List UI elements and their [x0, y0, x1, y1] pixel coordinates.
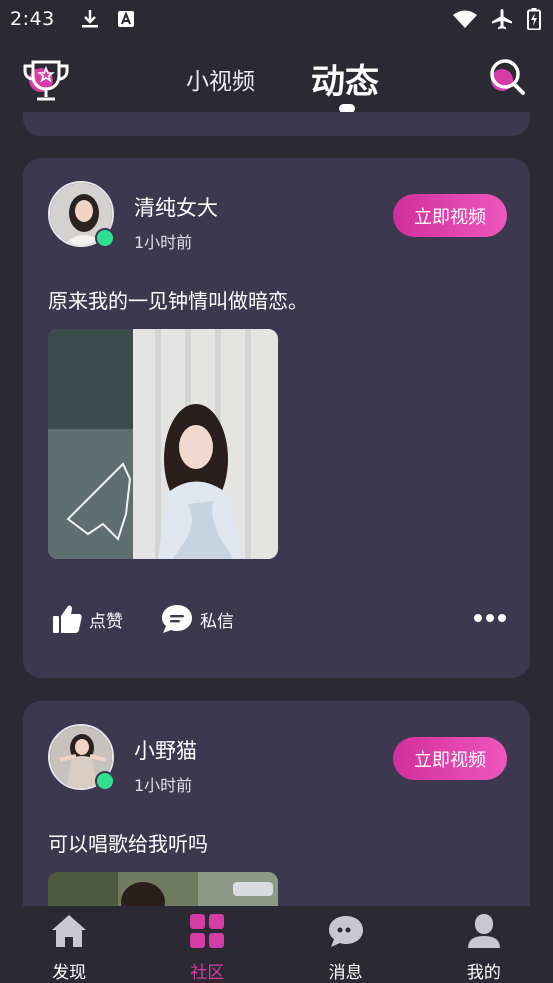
previous-post-card-edge: [23, 112, 530, 136]
like-button[interactable]: 点赞: [51, 603, 123, 635]
nav-item-profile[interactable]: 我的: [415, 906, 553, 983]
post-time: 1小时前: [134, 776, 193, 795]
wifi-icon: [453, 10, 477, 28]
private-message-button[interactable]: 私信: [160, 603, 234, 635]
battery-icon: [527, 8, 541, 30]
status-bar: 2:43: [0, 0, 553, 38]
nav-label: 我的: [466, 963, 501, 983]
tab-short-video[interactable]: 小视频: [186, 62, 255, 96]
video-call-button[interactable]: 立即视频: [393, 737, 507, 780]
nav-label: 消息: [328, 963, 363, 983]
post-actions: 点赞 私信: [48, 601, 508, 641]
like-label: 点赞: [89, 611, 123, 632]
online-status-dot: [95, 771, 115, 791]
post-text: 原来我的一见钟情叫做暗恋。: [48, 289, 308, 313]
home-icon: [52, 915, 87, 947]
status-time: 2:43: [10, 8, 55, 30]
more-dots-icon[interactable]: [472, 611, 508, 625]
thumbs-up-icon: [53, 605, 82, 633]
post-text: 可以唱歌给我听吗: [48, 832, 208, 856]
tab-feed[interactable]: 动态: [311, 54, 379, 103]
download-icon: [81, 10, 98, 28]
message-icon: [328, 916, 363, 947]
airplane-icon: [492, 9, 512, 30]
post-card: 清纯女大 1小时前 立即视频 原来我的一见钟情叫做暗恋。 点赞 私信: [23, 158, 530, 678]
username[interactable]: 小野猫: [134, 735, 197, 765]
nav-label: 社区: [190, 963, 225, 983]
trophy-icon[interactable]: [20, 54, 72, 106]
nav-item-messages[interactable]: 消息: [277, 906, 415, 983]
nav-item-community[interactable]: 社区: [138, 906, 276, 983]
nav-item-discover[interactable]: 发现: [0, 906, 138, 983]
username[interactable]: 清纯女大: [134, 192, 218, 222]
online-status-dot: [95, 228, 115, 248]
post-photo[interactable]: [48, 329, 278, 559]
video-call-button[interactable]: 立即视频: [393, 194, 507, 237]
post-time: 1小时前: [134, 233, 193, 252]
keyboard-a-icon: [117, 11, 134, 27]
message-label: 私信: [200, 611, 234, 632]
bottom-navigation: 发现 社区 消息 我的: [0, 906, 553, 983]
search-icon[interactable]: [486, 56, 526, 96]
top-navigation: 小视频 动态: [0, 40, 553, 120]
grid-icon: [190, 914, 225, 948]
chat-bubble-icon: [162, 605, 192, 633]
user-icon: [467, 914, 500, 948]
nav-label: 发现: [52, 963, 87, 983]
